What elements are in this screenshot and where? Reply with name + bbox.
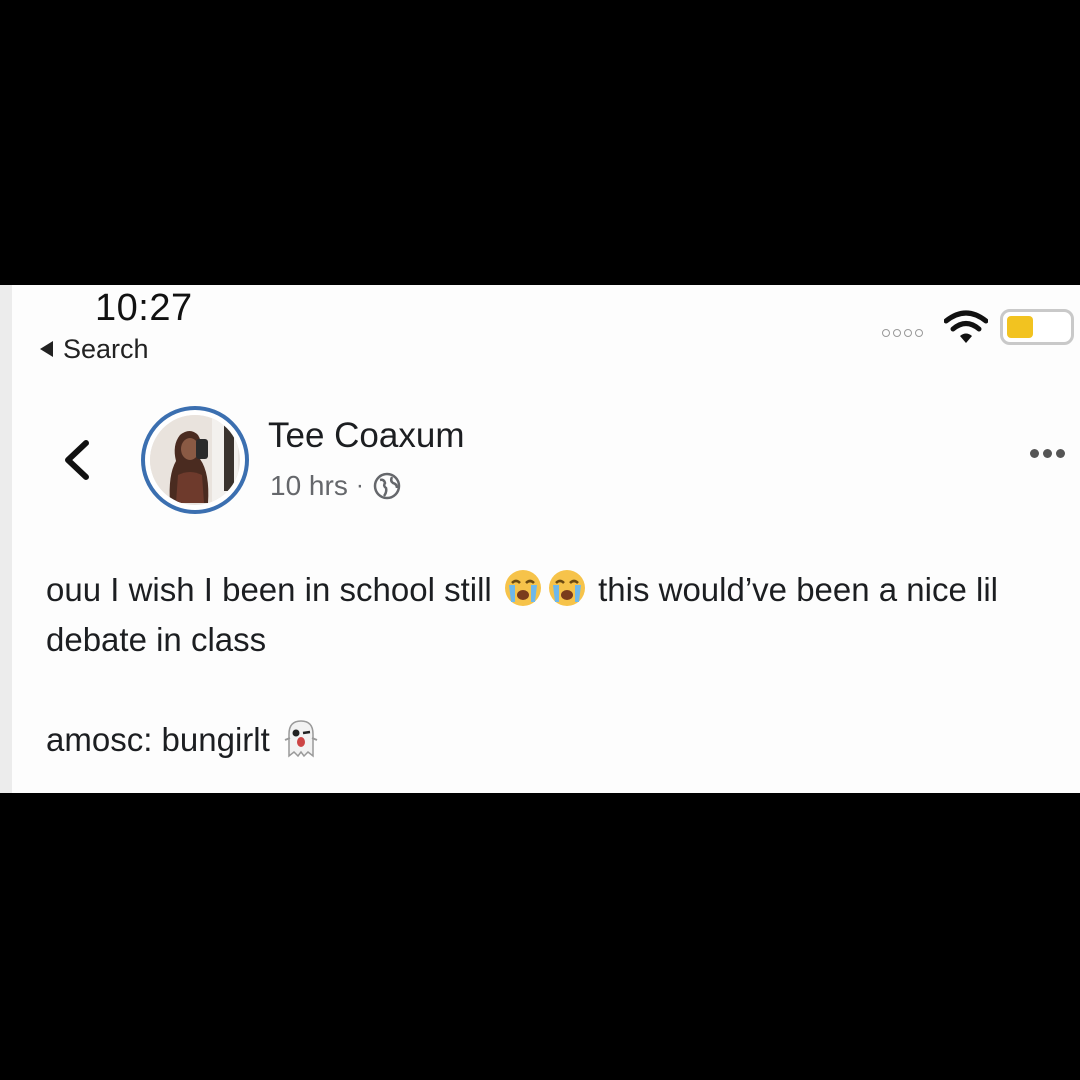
meta-separator: · xyxy=(355,472,364,499)
avatar-image xyxy=(150,415,238,503)
screen-edge xyxy=(0,285,12,793)
back-to-search-label: Search xyxy=(63,333,149,364)
chevron-left-icon[interactable] xyxy=(58,437,98,483)
post-meta: 10 hrs · xyxy=(270,468,402,504)
back-to-search-button[interactable]: Search xyxy=(40,333,149,365)
post-age: 10 hrs xyxy=(270,470,348,501)
post-text-start: ouu I wish I been in school still xyxy=(46,571,492,608)
avatar-photo xyxy=(150,415,240,505)
more-options-icon[interactable] xyxy=(1030,449,1065,458)
post-body: ouu I wish I been in school still this w… xyxy=(46,565,1056,765)
black-frame: 10:27 Search Tee Coaxum 10 hrs · ouu I w… xyxy=(0,0,1080,1080)
ghost-icon xyxy=(284,720,318,758)
globe-icon xyxy=(373,472,401,500)
crying-face-icon xyxy=(548,570,585,606)
wifi-icon xyxy=(944,310,988,343)
post-text: ouu I wish I been in school still this w… xyxy=(46,565,1056,665)
battery-icon xyxy=(1000,309,1074,345)
author-name[interactable]: Tee Coaxum xyxy=(268,416,464,456)
crying-face-icon xyxy=(504,570,541,606)
snapchat-handle: amosc: bungirlt xyxy=(46,721,270,758)
facebook-post-screen: 10:27 Search Tee Coaxum 10 hrs · ouu I w… xyxy=(0,285,1080,793)
battery-level xyxy=(1007,316,1033,338)
back-triangle-icon xyxy=(40,341,53,357)
author-avatar[interactable] xyxy=(141,406,249,514)
signal-strength-icon xyxy=(882,329,923,337)
snapchat-line: amosc: bungirlt xyxy=(46,715,1056,765)
status-time: 10:27 xyxy=(95,287,193,329)
